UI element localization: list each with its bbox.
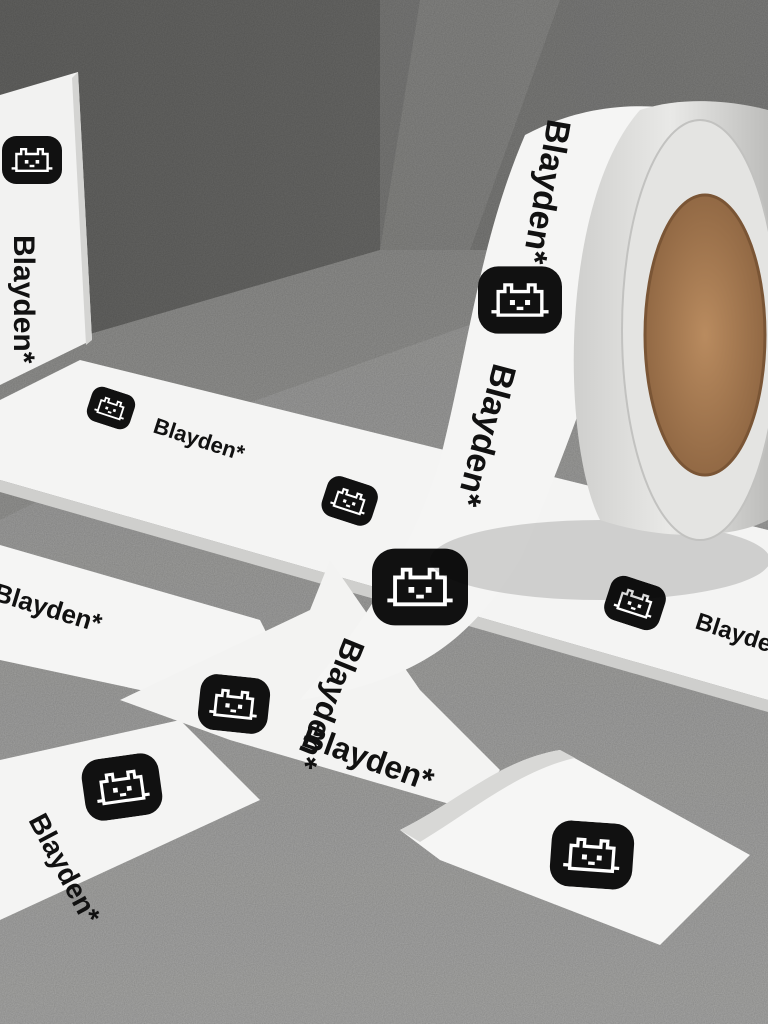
pixel-cat-logo-icon [79,751,164,823]
tape-product-scene: Blayden* Blayden* Blayden* Blayden* Blay… [0,0,768,1024]
tape-wordmark: Blayden* [7,235,40,364]
tape-strip-wall: Blayden* [0,72,92,385]
pixel-cat-logo-icon [2,134,62,186]
pixel-cat-logo-icon [549,819,636,891]
scene-illustration: Blayden* Blayden* Blayden* Blayden* Blay… [0,0,768,1024]
pixel-cat-logo-icon [478,264,562,336]
pixel-cat-logo-icon [196,672,271,735]
